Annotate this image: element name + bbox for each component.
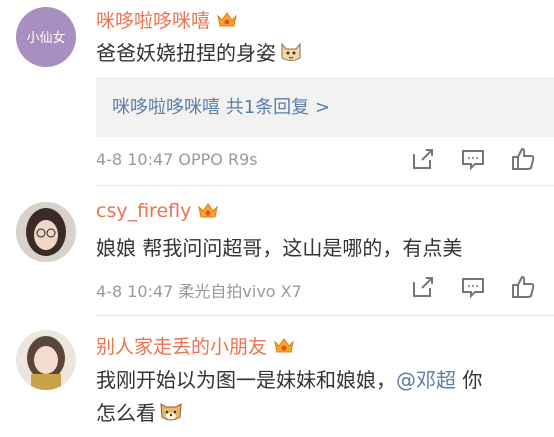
comment-text-content: 我刚开始以为图一是妹妹和娘娘， (96, 368, 396, 392)
comment-icon[interactable] (460, 274, 486, 300)
username-text: csy_firefly (96, 200, 192, 222)
username-text: 咪哆啦哆咪嘻 (96, 10, 211, 32)
share-icon[interactable] (410, 274, 436, 300)
comment-actions (384, 146, 554, 176)
comment-item: csy_firefly 娘娘 帮我问问超哥，这山是哪的，有点美 4-8 10:4… (0, 186, 554, 316)
comment-meta: 4-8 10:47 柔光自拍vivo X7 (96, 282, 302, 301)
comment-text-content: 爸爸妖娆扭捏的身姿 (96, 41, 276, 65)
avatar[interactable] (16, 202, 76, 262)
doge-icon (158, 398, 184, 424)
comment-meta: 4-8 10:47 OPPO R9s (96, 150, 258, 169)
reply-preview[interactable]: 咪哆啦哆咪嘻 共1条回复 > (96, 77, 554, 137)
reply-count-link[interactable]: 共1条回复 > (226, 97, 330, 118)
mention-link[interactable]: @邓超 (396, 368, 456, 392)
reply-author[interactable]: 咪哆啦哆咪嘻 (112, 97, 220, 118)
vip-crown-icon (273, 337, 295, 355)
comment-item: 小仙女 咪哆啦哆咪嘻 爸爸妖娆扭捏的身姿 咪哆啦哆咪嘻 共1条回复 > 4-8 … (0, 0, 554, 186)
like-icon[interactable] (510, 274, 536, 300)
avatar-label: 小仙女 (26, 31, 66, 46)
comment-text: 娘娘 帮我问问超哥，这山是哪的，有点美 (96, 236, 463, 260)
username[interactable]: csy_firefly (96, 200, 219, 222)
username[interactable]: 咪哆啦哆咪嘻 (96, 6, 238, 33)
comment-text: 爸爸妖娆扭捏的身姿 (96, 38, 304, 67)
comment-text: 我刚开始以为图一是妹妹和娘娘，@邓超 你 (96, 366, 482, 394)
comment-text-line2: 怎么看 (96, 398, 184, 427)
reply-preview-text[interactable]: 咪哆啦哆咪嘻 共1条回复 > (112, 93, 330, 119)
avatar[interactable] (16, 330, 76, 390)
like-icon[interactable] (510, 146, 536, 172)
vip-crown-icon (197, 202, 219, 220)
comment-actions (384, 274, 554, 304)
username[interactable]: 别人家走丢的小朋友 (96, 332, 295, 359)
comment-icon[interactable] (460, 146, 486, 172)
avatar[interactable]: 小仙女 (16, 7, 76, 67)
comment-text-content: 你 (456, 368, 483, 392)
username-text: 别人家走丢的小朋友 (96, 336, 268, 358)
cat-face-icon (278, 38, 304, 64)
comment-text-content: 怎么看 (96, 401, 156, 425)
vip-crown-icon (216, 11, 238, 29)
share-icon[interactable] (410, 146, 436, 172)
comment-item: 别人家走丢的小朋友 我刚开始以为图一是妹妹和娘娘，@邓超 你 怎么看 (0, 316, 554, 437)
